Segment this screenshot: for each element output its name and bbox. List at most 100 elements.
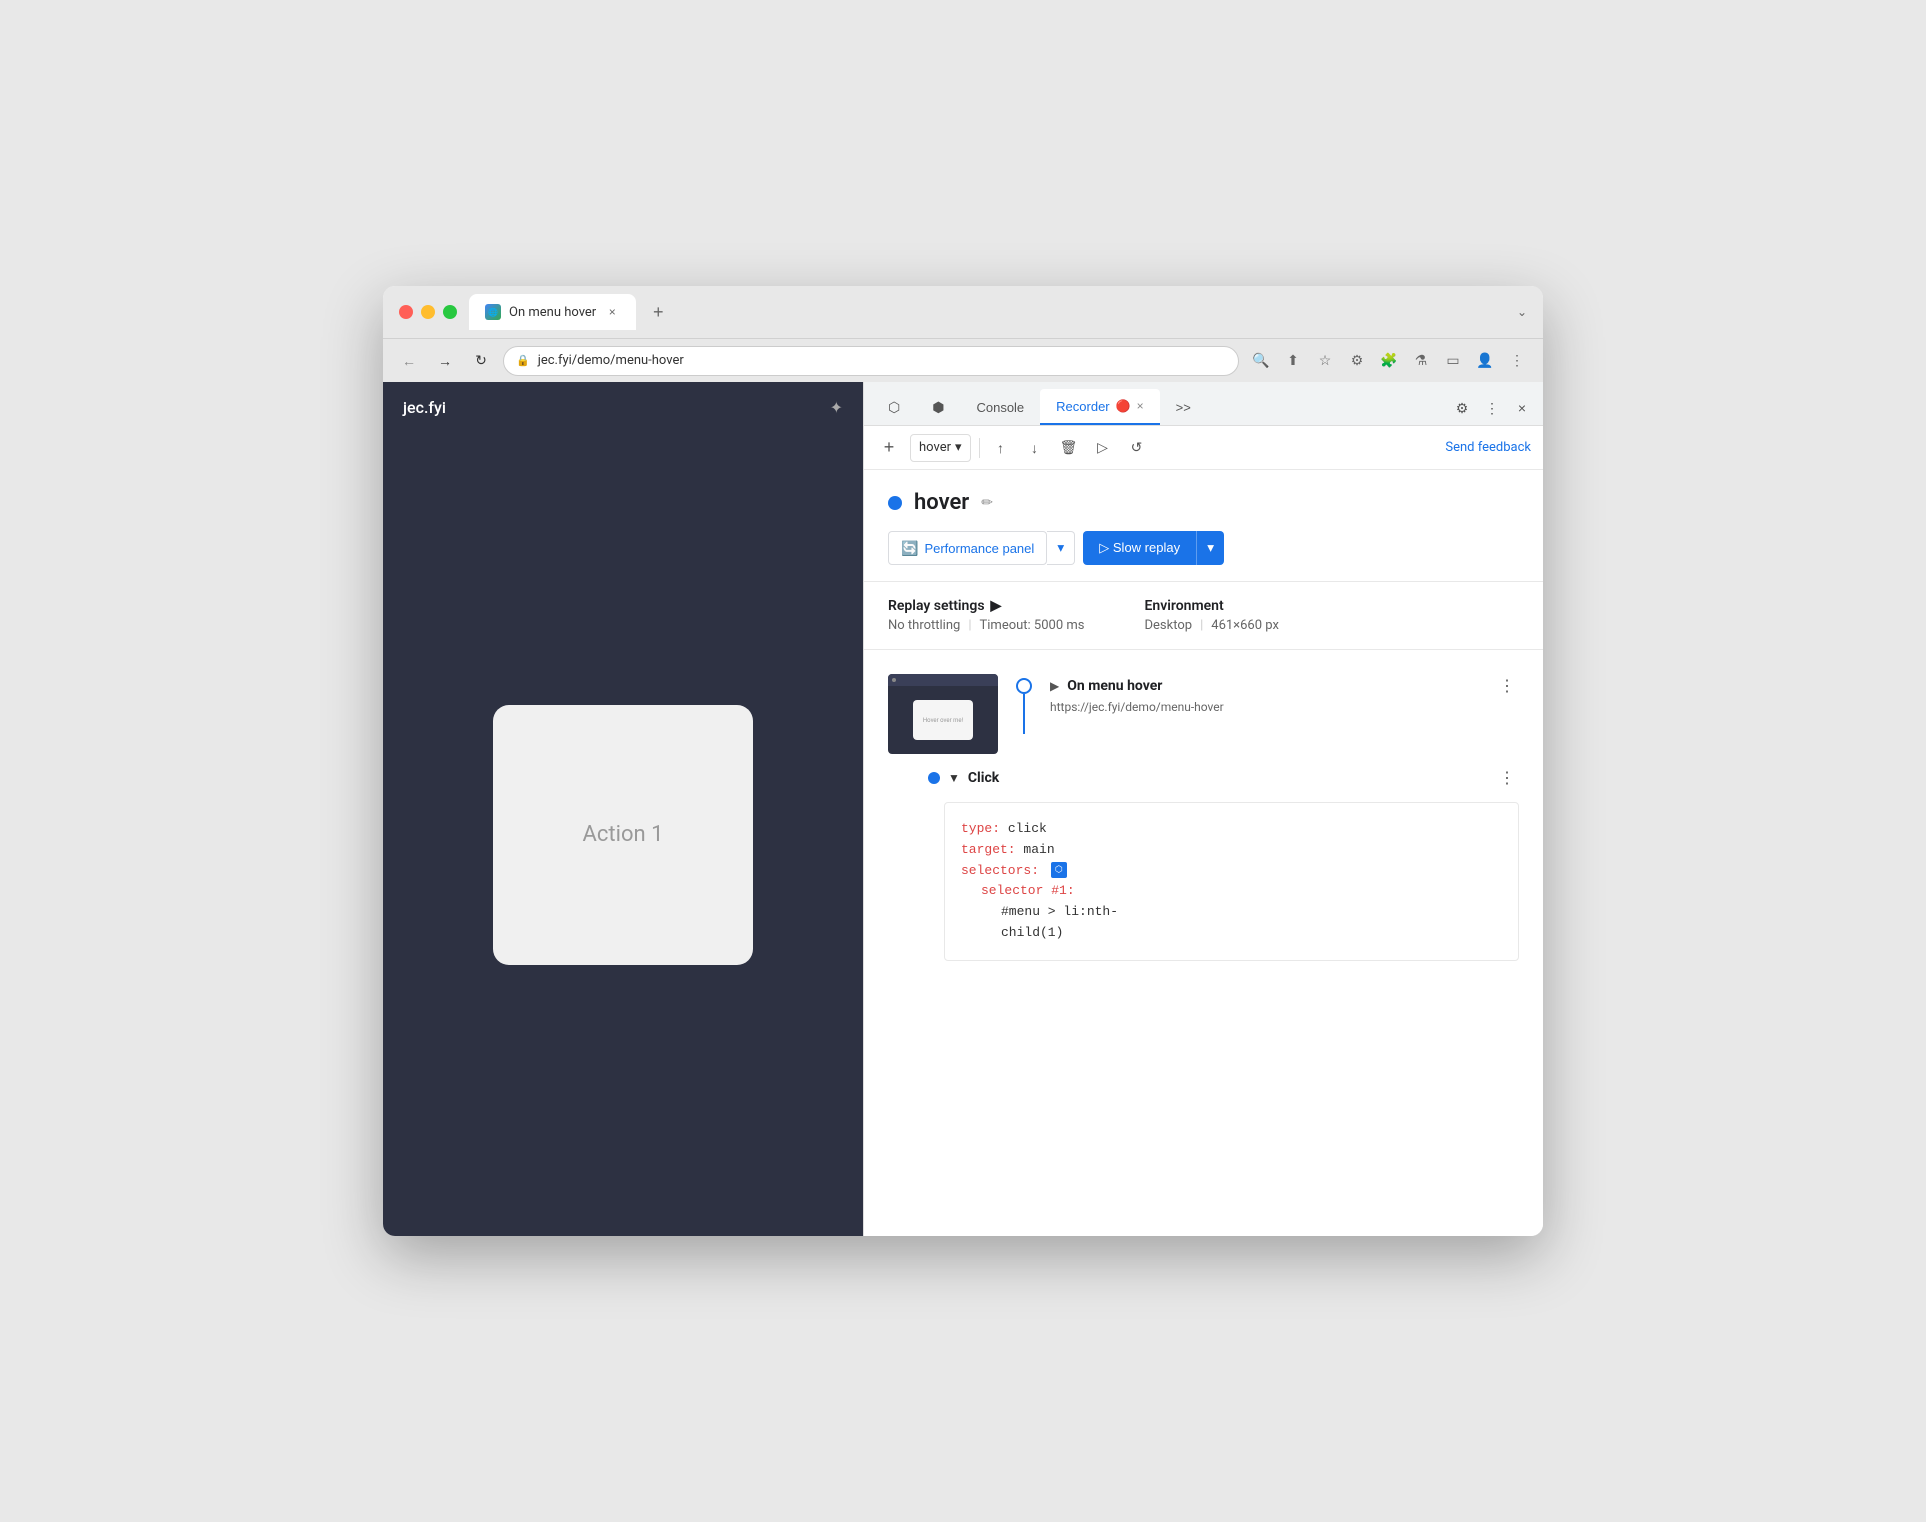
devtools-settings-button[interactable]: ⚙ <box>1449 395 1475 421</box>
share-icon-button[interactable]: ⬆ <box>1279 347 1307 375</box>
selector-icon: ⬡ <box>1051 862 1067 878</box>
preview-hover-label: Hover over me! <box>923 717 963 724</box>
side-panel-icon-button[interactable]: ▭ <box>1439 347 1467 375</box>
step-more-button[interactable]: ⋮ <box>1495 674 1519 698</box>
throttling-value: No throttling <box>888 618 960 633</box>
code-target-key: target: <box>961 842 1016 857</box>
devtools-tabs: ⬡ ⬢ Console Recorder 🔴 × >> <box>864 382 1543 426</box>
click-step-arrow[interactable]: ▼ <box>948 771 960 785</box>
demo-settings-icon[interactable]: ✦ <box>830 398 843 417</box>
address-text: jec.fyi/demo/menu-hover <box>538 353 684 368</box>
environment-title: Environment <box>1145 598 1279 614</box>
nav-bar: ← → ↻ 🔒 jec.fyi/demo/menu-hover 🔍 ⬆ ☆ ⚙ … <box>383 338 1543 382</box>
main-content: jec.fyi ✦ Action 1 ⬡ ⬢ Console <box>383 382 1543 1236</box>
code-type-line: type: click <box>961 819 1502 840</box>
slow-replay-button[interactable]: ▷ Slow replay <box>1083 531 1196 565</box>
window-controls <box>399 305 457 319</box>
upload-recording-button[interactable]: ↑ <box>988 435 1014 461</box>
extensions-icon-button[interactable]: ⚙ <box>1343 347 1371 375</box>
slow-replay-group: ▷ Slow replay ▾ <box>1083 531 1224 565</box>
preview-card: Hover over me! <box>913 700 973 740</box>
recording-title-row: hover ✏ <box>888 490 1519 515</box>
address-bar[interactable]: 🔒 jec.fyi/demo/menu-hover <box>503 346 1239 376</box>
delete-icon: 🗑 <box>1060 439 1078 456</box>
reload-button[interactable]: ↻ <box>467 347 495 375</box>
title-bar: 🌐 On menu hover × + ⌄ <box>383 286 1543 338</box>
code-selectors-key: selectors: <box>961 863 1039 878</box>
code-type-key: type: <box>961 821 1000 836</box>
slow-replay-chevron[interactable]: ▾ <box>1196 531 1224 565</box>
click-step-name: Click <box>968 770 999 786</box>
nav-icons: 🔍 ⬆ ☆ ⚙ 🧩 ⚗ ▭ 👤 ⋮ <box>1247 347 1531 375</box>
flask-icon-button[interactable]: ⚗ <box>1407 347 1435 375</box>
new-tab-button[interactable]: + <box>644 298 672 326</box>
forward-button[interactable]: → <box>431 347 459 375</box>
recording-status-dot <box>888 496 902 510</box>
tab-recorder[interactable]: Recorder 🔴 × <box>1040 389 1159 425</box>
timeout-value: Timeout: 5000 ms <box>980 618 1085 633</box>
send-feedback-link[interactable]: Send feedback <box>1445 440 1531 455</box>
puzzle-icon-button[interactable]: 🧩 <box>1375 347 1403 375</box>
close-window-button[interactable] <box>399 305 413 319</box>
bookmark-icon-button[interactable]: ☆ <box>1311 347 1339 375</box>
code-selector1-key: selector #1: <box>981 883 1075 898</box>
performance-panel-button[interactable]: 🔄 Performance panel <box>888 531 1047 565</box>
profile-icon-button[interactable]: 👤 <box>1471 347 1499 375</box>
tab-more[interactable]: >> <box>1160 389 1207 425</box>
demo-page: jec.fyi ✦ Action 1 <box>383 382 863 1236</box>
browser-tab-active[interactable]: 🌐 On menu hover × <box>469 294 636 330</box>
more-icon: ⋮ <box>1485 400 1499 417</box>
tab-chevron-icon: ⌄ <box>1517 305 1527 319</box>
code-selector1-val2-line: child(1) <box>1001 923 1502 944</box>
steps-list[interactable]: Hover over me! ▶ On menu hover <box>864 650 1543 1236</box>
recording-selector[interactable]: hover ▾ <box>910 434 971 462</box>
devtools-close-button[interactable]: × <box>1509 395 1535 421</box>
tab-responsive[interactable]: ⬢ <box>916 389 960 425</box>
back-button[interactable]: ← <box>395 347 423 375</box>
slow-replay-chevron-icon: ▾ <box>1207 540 1214 556</box>
recorder-toolbar: + hover ▾ ↑ ↓ 🗑 ▷ ↺ <box>864 426 1543 470</box>
more-icon-button[interactable]: ⋮ <box>1503 347 1531 375</box>
step-expand-arrow[interactable]: ▶ <box>1050 679 1059 693</box>
tab-close-button[interactable]: × <box>604 304 620 320</box>
replay-settings-title[interactable]: Replay settings ▶ <box>888 598 1085 614</box>
code-selector1-val1-line: #menu > li:nth- <box>1001 902 1502 923</box>
recorder-tab-close[interactable]: × <box>1137 399 1144 413</box>
demo-logo: jec.fyi <box>403 398 446 417</box>
delete-recording-button[interactable]: 🗑 <box>1056 435 1082 461</box>
toolbar-separator <box>979 438 980 458</box>
replay-settings-arrow: ▶ <box>991 598 1002 614</box>
download-recording-button[interactable]: ↓ <box>1022 435 1048 461</box>
click-step-more-button[interactable]: ⋮ <box>1495 766 1519 790</box>
history-recording-button[interactable]: ↺ <box>1124 435 1150 461</box>
tab-inspector[interactable]: ⬡ <box>872 389 916 425</box>
minimize-window-button[interactable] <box>421 305 435 319</box>
tab-console[interactable]: Console <box>960 389 1040 425</box>
search-icon-button[interactable]: 🔍 <box>1247 347 1275 375</box>
browser-window: 🌐 On menu hover × + ⌄ ← → ↻ 🔒 jec.fyi/de… <box>383 286 1543 1236</box>
history-icon: ↺ <box>1131 439 1143 456</box>
step-name: On menu hover <box>1067 678 1162 694</box>
step-content: ▶ On menu hover ⋮ https://jec.fyi/demo/m… <box>1050 674 1519 722</box>
code-block: type: click target: main selectors: ⬡ se… <box>944 802 1519 961</box>
tab-title: On menu hover <box>509 305 596 320</box>
code-selector1-val1: #menu > li:nth- <box>1001 904 1118 919</box>
settings-icon: ⚙ <box>1456 400 1469 417</box>
edit-title-icon[interactable]: ✏ <box>981 495 993 511</box>
devtools-more-button[interactable]: ⋮ <box>1479 395 1505 421</box>
performance-panel-label: Performance panel <box>924 541 1034 556</box>
recorder-badge-icon: 🔴 <box>1116 399 1131 413</box>
play-recording-button[interactable]: ▷ <box>1090 435 1116 461</box>
performance-panel-chevron[interactable]: ▾ <box>1047 531 1075 565</box>
lock-icon: 🔒 <box>516 354 530 367</box>
replay-settings-bar: Replay settings ▶ No throttling | Timeou… <box>864 582 1543 650</box>
recording-selector-name: hover <box>919 440 951 455</box>
play-icon: ▷ <box>1097 439 1108 456</box>
step-preview-thumbnail: Hover over me! <box>888 674 998 754</box>
add-recording-button[interactable]: + <box>876 435 902 461</box>
replay-settings-section: Replay settings ▶ No throttling | Timeou… <box>888 598 1085 633</box>
step-title-row: ▶ On menu hover ⋮ <box>1050 674 1519 698</box>
devtools-icons-right: ⚙ ⋮ × <box>1449 395 1535 425</box>
step-circle <box>1016 678 1032 694</box>
maximize-window-button[interactable] <box>443 305 457 319</box>
